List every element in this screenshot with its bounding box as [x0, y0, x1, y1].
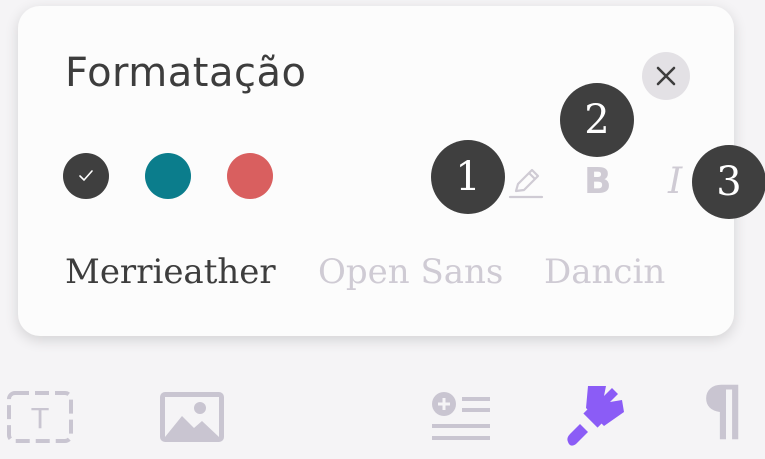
step-badge-3: 3 [692, 145, 765, 219]
pencil-icon[interactable] [506, 162, 546, 202]
add-list-icon[interactable] [430, 390, 492, 446]
italic-icon[interactable]: I [668, 164, 682, 200]
color-swatch-dark[interactable] [63, 153, 109, 199]
paragraph-icon[interactable]: ¶ [702, 378, 744, 444]
bold-icon[interactable]: B [584, 164, 611, 200]
font-option-dancing[interactable]: Dancin [544, 252, 665, 292]
close-button[interactable] [642, 52, 690, 100]
step-badge-2: 2 [560, 83, 634, 157]
text-box-icon[interactable]: T [4, 388, 76, 446]
font-option-open-sans[interactable]: Open Sans [318, 252, 503, 292]
close-icon [656, 66, 676, 86]
color-swatch-red[interactable] [227, 153, 273, 199]
check-icon [79, 170, 93, 182]
text-box-glyph: T [30, 402, 49, 435]
image-icon[interactable] [158, 390, 226, 444]
paint-brush-icon[interactable] [566, 382, 628, 448]
font-option-merriweather[interactable]: Merrieather [65, 252, 276, 292]
formatting-panel: Formatação B I 1 2 3 Merrieather Open Sa… [18, 6, 765, 336]
step-badge-1: 1 [431, 140, 505, 214]
panel-title: Formatação [65, 50, 307, 96]
color-swatch-teal[interactable] [145, 153, 191, 199]
